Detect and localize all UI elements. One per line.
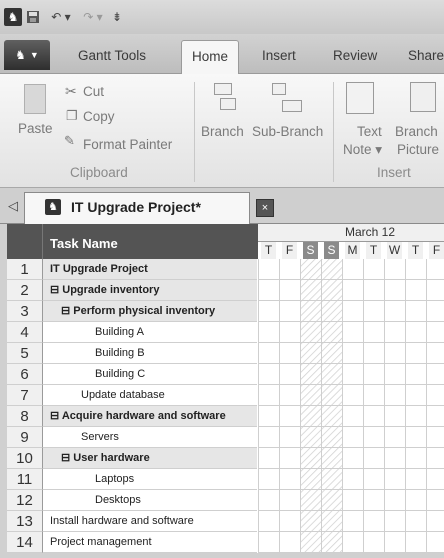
task-row-name[interactable]: Desktops: [43, 490, 257, 511]
branch-label: Branch: [201, 124, 244, 139]
row-number: 11: [7, 469, 43, 490]
tab-insert[interactable]: Insert: [262, 48, 296, 63]
picture-icon: [410, 82, 436, 112]
copy-label: Copy: [83, 109, 115, 124]
sub-branch-label: Sub-Branch: [252, 124, 324, 139]
tab-share[interactable]: Share: [408, 48, 444, 63]
gantt-chart-area[interactable]: [258, 259, 444, 553]
task-row-name[interactable]: Install hardware and software: [43, 511, 257, 532]
timeline-day: T: [261, 242, 276, 259]
cut-label: Cut: [83, 84, 105, 99]
application-menu-button[interactable]: ♞ ▼: [4, 40, 50, 70]
row-number: 7: [7, 385, 43, 406]
row-number: 10: [7, 448, 43, 469]
text-note-icon: [346, 82, 374, 114]
task-row-name[interactable]: Project management: [43, 532, 257, 553]
redo-icon[interactable]: ↷ ▾: [78, 8, 108, 26]
save-icon[interactable]: [24, 8, 42, 26]
row-number: 4: [7, 322, 43, 343]
brush-icon: ✎: [64, 133, 75, 148]
row-number: 1: [7, 259, 43, 280]
row-number: 13: [7, 511, 43, 532]
row-number: 12: [7, 490, 43, 511]
undo-icon[interactable]: ↶ ▾: [46, 8, 76, 26]
timeline-day: T: [366, 242, 381, 259]
customize-toolbar-icon[interactable]: ⇟: [110, 8, 124, 26]
row-number: 3: [7, 301, 43, 322]
app-menu-icon: ♞: [15, 48, 26, 62]
row-number-header: [7, 224, 43, 259]
document-tab[interactable]: ♞ IT Upgrade Project*: [24, 192, 250, 225]
task-row-name[interactable]: ⊟ Upgrade inventory: [43, 280, 257, 301]
task-row-name[interactable]: Building A: [43, 322, 257, 343]
row-number: 6: [7, 364, 43, 385]
document-icon: ♞: [45, 199, 61, 215]
format-painter-label: Format Painter: [83, 137, 173, 152]
timeline-month-label: March 12: [345, 225, 396, 239]
timeline-day-weekend: S: [303, 242, 318, 259]
gantt-grid-lines: [258, 259, 444, 553]
task-row-name[interactable]: ⊟ Acquire hardware and software: [43, 406, 257, 427]
tab-gantt-tools[interactable]: Gantt Tools: [78, 48, 146, 63]
task-row-name[interactable]: ⊟ User hardware: [43, 448, 257, 469]
ribbon: Paste ✂ Cut ❐ Copy ✎ Format Painter Clip…: [0, 74, 444, 188]
task-row-name[interactable]: Update database: [43, 385, 257, 406]
text-note-label-1: Text: [357, 124, 382, 139]
document-tab-bar: ◁ ♞ IT Upgrade Project* ×: [0, 188, 444, 225]
timeline-day-weekend: S: [324, 242, 339, 259]
task-name-header[interactable]: Task Name: [43, 224, 258, 259]
branch-icon: [214, 83, 232, 95]
task-row-name[interactable]: ⊟ Perform physical inventory: [43, 301, 257, 322]
sub-branch-icon-child: [282, 100, 302, 112]
document-title: IT Upgrade Project*: [71, 199, 201, 215]
task-grid: Task Name 1 IT Upgrade Project 2 ⊟ Upgra…: [7, 224, 444, 553]
app-logo-icon: ♞: [4, 8, 22, 26]
chevron-down-icon: ▼: [29, 50, 39, 60]
timeline-day: W: [387, 242, 402, 259]
scissors-icon: ✂: [65, 83, 77, 99]
sub-branch-icon: [272, 83, 286, 95]
timeline-day: F: [429, 242, 444, 259]
clipboard-group-label: Clipboard: [70, 165, 128, 180]
ribbon-tab-row: ♞ ▼ Gantt Tools Home Insert Review Share: [0, 34, 444, 75]
task-row-name[interactable]: Laptops: [43, 469, 257, 490]
branch-icon-child: [220, 98, 236, 110]
insert-group-label: Insert: [377, 165, 411, 180]
scroll-left-icon[interactable]: ◁: [8, 198, 18, 214]
title-bar: ♞ ↶ ▾ ↷ ▾ ⇟: [0, 0, 444, 34]
timeline-header: March 12: [258, 224, 444, 242]
timeline-day: T: [408, 242, 423, 259]
branch-picture-label-2: Picture: [397, 142, 440, 157]
tab-home[interactable]: Home: [181, 40, 240, 75]
row-number: 8: [7, 406, 43, 427]
task-row-name[interactable]: IT Upgrade Project: [43, 259, 257, 280]
paste-label: Paste: [18, 121, 53, 136]
group-divider: [194, 82, 195, 182]
group-divider: [333, 82, 334, 182]
text-note-label-2: Note ▾: [343, 142, 383, 157]
timeline-day: F: [282, 242, 297, 259]
timeline-day: M: [345, 242, 360, 259]
task-row-name[interactable]: Building C: [43, 364, 257, 385]
row-number: 9: [7, 427, 43, 448]
tab-review[interactable]: Review: [333, 48, 377, 63]
row-number: 5: [7, 343, 43, 364]
row-number: 2: [7, 280, 43, 301]
task-row-name[interactable]: Building B: [43, 343, 257, 364]
paste-icon: [24, 84, 46, 114]
branch-picture-label-1: Branch: [395, 124, 438, 139]
row-number: 14: [7, 532, 43, 553]
copy-icon: ❐: [66, 108, 78, 123]
task-row-name[interactable]: Servers: [43, 427, 257, 448]
close-document-button[interactable]: ×: [256, 199, 274, 217]
